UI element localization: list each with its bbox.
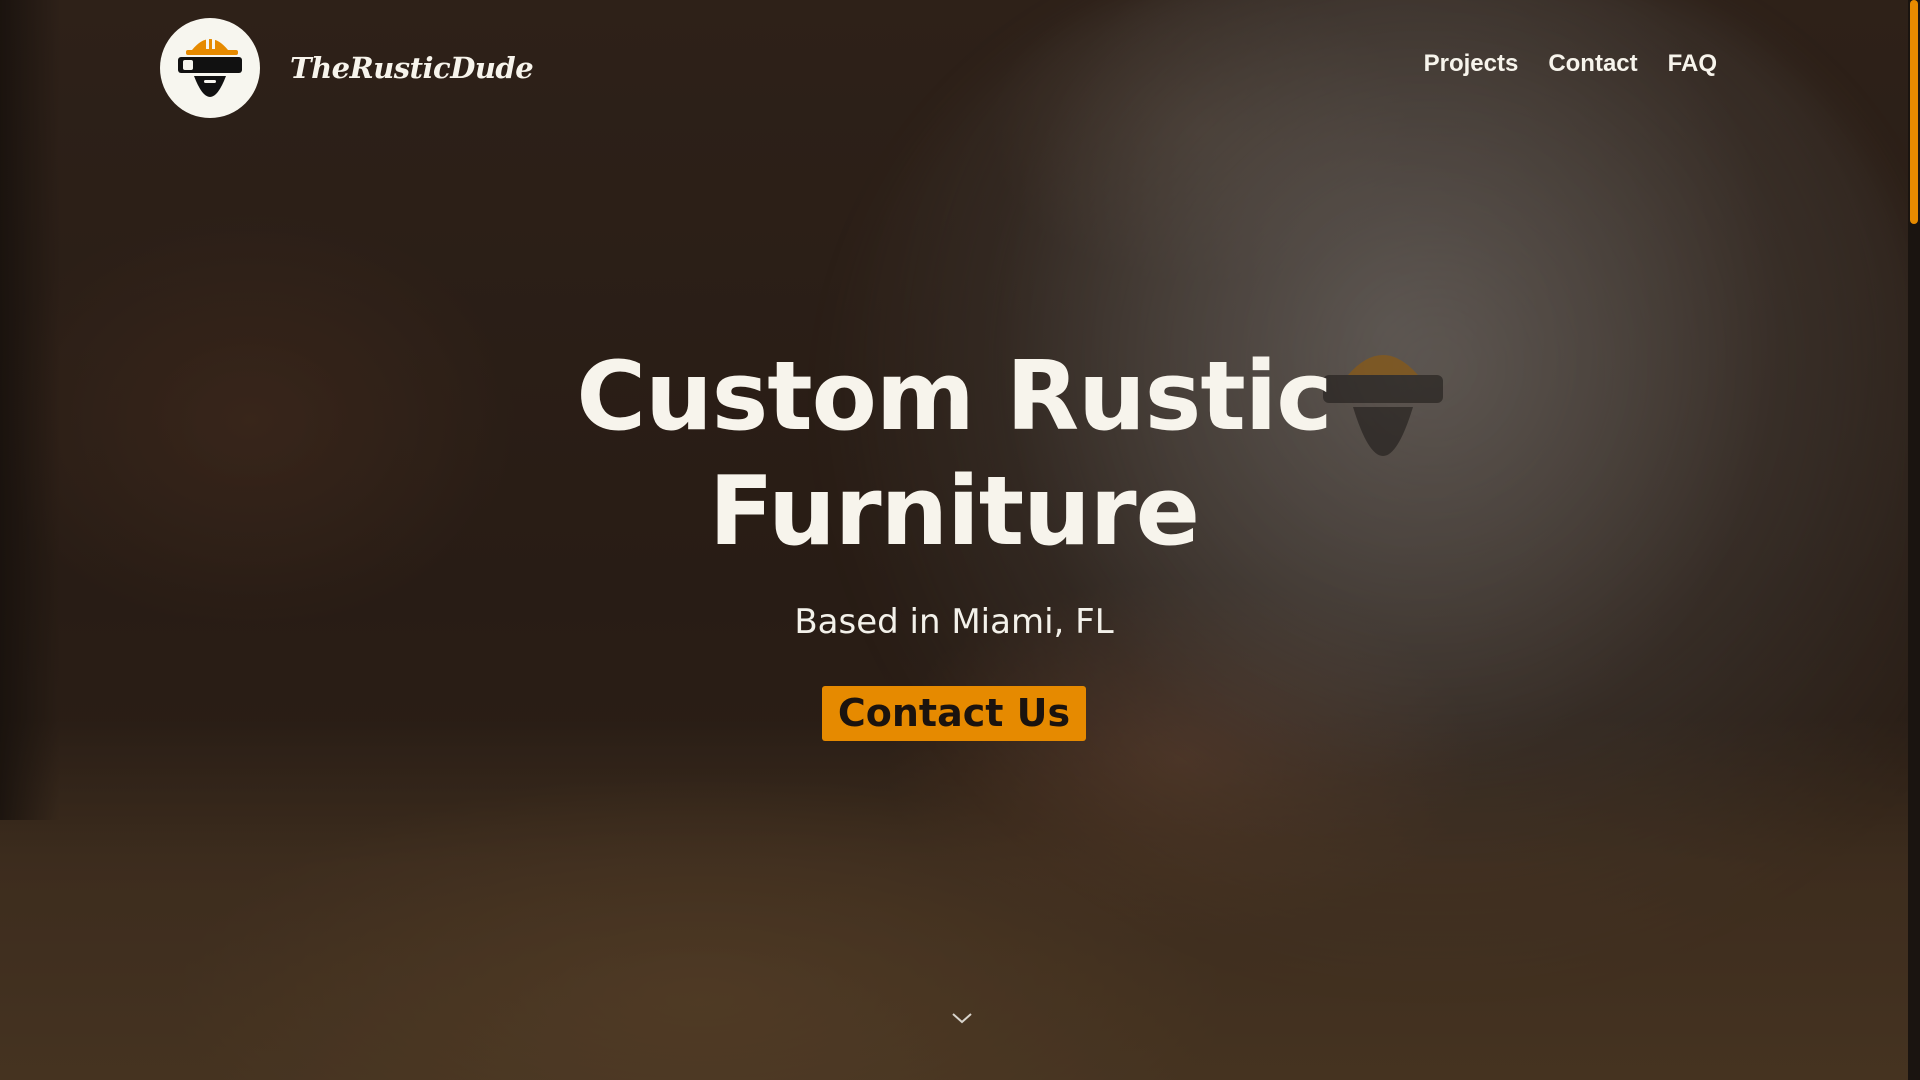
brand-name[interactable]: TheRusticDude — [290, 51, 534, 85]
chevron-down-icon[interactable] — [950, 1010, 974, 1026]
site-header: TheRusticDude Projects Contact FAQ — [0, 0, 1920, 140]
nav-link-projects[interactable]: Projects — [1424, 50, 1519, 78]
contact-us-button[interactable]: Contact Us — [821, 686, 1087, 741]
nav-link-contact[interactable]: Contact — [1548, 50, 1637, 78]
nav-link-faq[interactable]: FAQ — [1668, 50, 1717, 78]
hero-subtitle: Based in Miami, FL — [794, 602, 1114, 642]
scrollbar[interactable] — [1908, 0, 1920, 1080]
main-nav: Projects Contact FAQ — [1424, 50, 1717, 78]
brand-logo[interactable] — [160, 18, 260, 118]
bearded-worker-hardhat-icon — [178, 35, 242, 97]
hero: Custom Rustic Furniture Based in Miami, … — [0, 340, 1908, 741]
page: TheRusticDude Projects Contact FAQ Custo… — [0, 0, 1920, 1080]
brand[interactable]: TheRusticDude — [160, 18, 534, 118]
hero-title: Custom Rustic Furniture — [576, 342, 1332, 567]
scrollbar-thumb[interactable] — [1910, 0, 1918, 224]
